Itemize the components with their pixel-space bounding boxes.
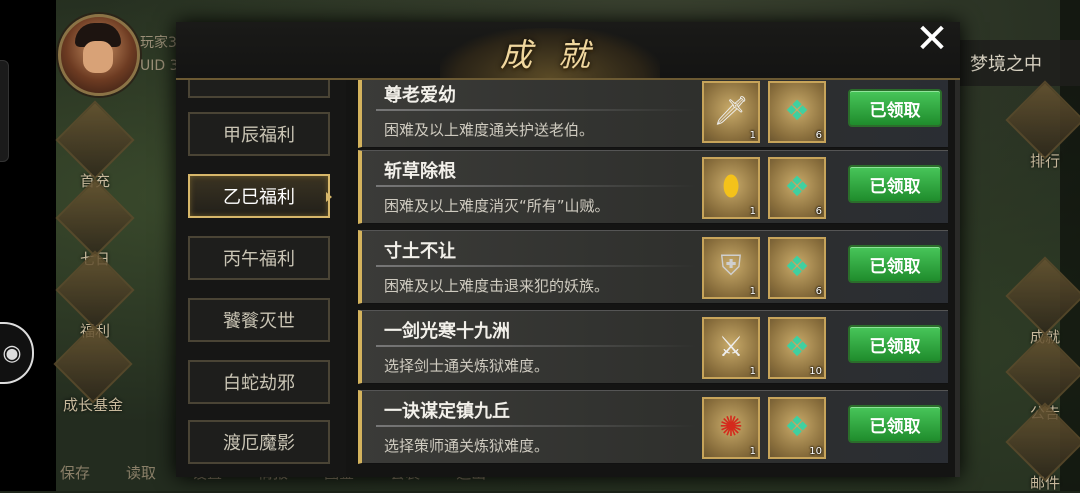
announcement-icon	[1005, 332, 1080, 412]
tab-yisi-welfare[interactable]: 乙巳福利	[188, 174, 330, 218]
tab-due[interactable]: 渡厄魔影	[188, 420, 330, 464]
jade-icon: ❖	[784, 93, 810, 127]
achievement-row: 寸土不让 困难及以上难度击退来犯的妖族。 ⛨ 1 ❖ 6 已领取	[358, 230, 948, 304]
achievement-desc: 选择剑士通关炼狱难度。	[384, 357, 550, 375]
row-divider	[376, 265, 696, 267]
achievement-row: 斩草除根 困难及以上难度消灭“所有”山贼。 ⬮ 1 ❖ 6 已领取	[358, 150, 948, 224]
reward-count: 1	[749, 286, 756, 297]
claimed-button[interactable]: 已领取	[848, 405, 942, 443]
spear-icon: 🗡	[713, 93, 749, 127]
list-scrollbar[interactable]	[955, 80, 960, 477]
jade-icon: ❖	[784, 409, 810, 443]
claimed-button[interactable]: 已领取	[848, 325, 942, 363]
reward-slot-2[interactable]: ❖ 6	[768, 81, 826, 143]
reward-count: 1	[749, 366, 756, 377]
achievement-desc: 困难及以上难度击退来犯的妖族。	[384, 277, 610, 295]
achievement-title: 一剑光寒十九洲	[384, 321, 510, 342]
achievement-list[interactable]: 尊老爱幼 困难及以上难度通关护送老伯。 🗡 1 ❖ 6 已领取 斩草除根 困难及…	[346, 80, 960, 477]
reward-slot-1[interactable]: ⛨ 1	[702, 237, 760, 299]
reward-count: 6	[815, 130, 822, 141]
tab-jiachen-welfare[interactable]: 甲辰福利	[188, 112, 330, 156]
reward-count: 1	[749, 206, 756, 217]
claimed-button[interactable]: 已领取	[848, 89, 942, 127]
reward-slot-2[interactable]: ❖ 6	[768, 237, 826, 299]
achievement-row: 一剑光寒十九洲 选择剑士通关炼狱难度。 ⚔ 1 ❖ 10 已领取	[358, 310, 948, 384]
close-icon[interactable]: ✕	[912, 19, 952, 60]
claimed-button[interactable]: 已领取	[848, 245, 942, 283]
reward-slot-1[interactable]: 🗡 1	[702, 81, 760, 143]
gold-ingot-icon: ⬮	[722, 169, 740, 202]
mail-button[interactable]: 邮件	[1005, 402, 1080, 493]
menu-load[interactable]: 读取	[126, 462, 156, 491]
menu-save[interactable]: 保存	[60, 462, 90, 491]
ranking-icon	[1005, 80, 1080, 160]
dream-label: 梦境之中	[960, 40, 1080, 86]
tab-scroll-stub	[188, 80, 330, 98]
reward-count: 6	[815, 286, 822, 297]
achievement-row: 尊老爱幼 困难及以上难度通关护送老伯。 🗡 1 ❖ 6 已领取	[358, 80, 948, 148]
avatar-face	[83, 41, 113, 73]
reward-count: 10	[809, 446, 822, 457]
active-tab-pointer	[326, 192, 332, 202]
modal-title: 成就	[500, 36, 617, 74]
edge-handle[interactable]	[0, 60, 9, 162]
reward-slot-2[interactable]: ❖ 10	[768, 397, 826, 459]
achievement-title: 一诀谋定镇九丘	[384, 401, 510, 422]
avatar[interactable]	[58, 14, 140, 96]
mail-icon	[1005, 402, 1080, 482]
achievement-desc: 困难及以上难度消灭“所有”山贼。	[384, 197, 610, 215]
jade-icon: ❖	[784, 249, 810, 283]
tab-taotie[interactable]: 饕餮灭世	[188, 298, 330, 342]
treasure-icon	[55, 250, 135, 330]
scroll-icon	[55, 178, 135, 258]
gift-icon	[55, 100, 135, 180]
achievement-title: 斩草除根	[384, 161, 456, 182]
category-tab-list: 甲辰福利 乙巳福利 丙午福利 饕餮灭世 白蛇劫邪 渡厄魔影	[176, 80, 346, 477]
row-divider	[376, 109, 696, 111]
reward-slot-1[interactable]: ⚔ 1	[702, 317, 760, 379]
achievement-desc: 困难及以上难度通关护送老伯。	[384, 121, 595, 139]
reward-slot-1[interactable]: ⬮ 1	[702, 157, 760, 219]
achievement-title: 寸土不让	[384, 241, 456, 262]
reward-slot-2[interactable]: ❖ 6	[768, 157, 826, 219]
row-divider	[376, 185, 696, 187]
left-system-bar	[0, 0, 56, 491]
tab-bingwu-welfare[interactable]: 丙午福利	[188, 236, 330, 280]
reward-count: 6	[815, 206, 822, 217]
reward-slot-2[interactable]: ❖ 10	[768, 317, 826, 379]
jade-icon: ❖	[784, 329, 810, 363]
row-divider	[376, 345, 696, 347]
armor-icon: ⛨	[720, 249, 742, 282]
coins-icon	[53, 324, 133, 404]
ranking-button[interactable]: 排行	[1005, 80, 1080, 171]
feather-fan-icon: ✺	[719, 409, 743, 443]
claimed-button[interactable]: 已领取	[848, 165, 942, 203]
jade-icon: ❖	[784, 169, 810, 203]
row-divider	[376, 425, 696, 427]
reward-count: 1	[749, 130, 756, 141]
reward-count: 1	[749, 446, 756, 457]
reward-count: 10	[809, 366, 822, 377]
tab-baishe[interactable]: 白蛇劫邪	[188, 360, 330, 404]
achievement-desc: 选择策师通关炼狱难度。	[384, 437, 550, 455]
achievement-row: 一诀谋定镇九丘 选择策师通关炼狱难度。 ✺ 1 ❖ 10 已领取	[358, 390, 948, 464]
achievement-title: 尊老爱幼	[384, 85, 456, 106]
achievement-icon	[1005, 256, 1080, 336]
growth-fund-button[interactable]: 成长基金	[53, 324, 133, 415]
reward-slot-1[interactable]: ✺ 1	[702, 397, 760, 459]
sword-icon: ⚔	[718, 329, 744, 363]
